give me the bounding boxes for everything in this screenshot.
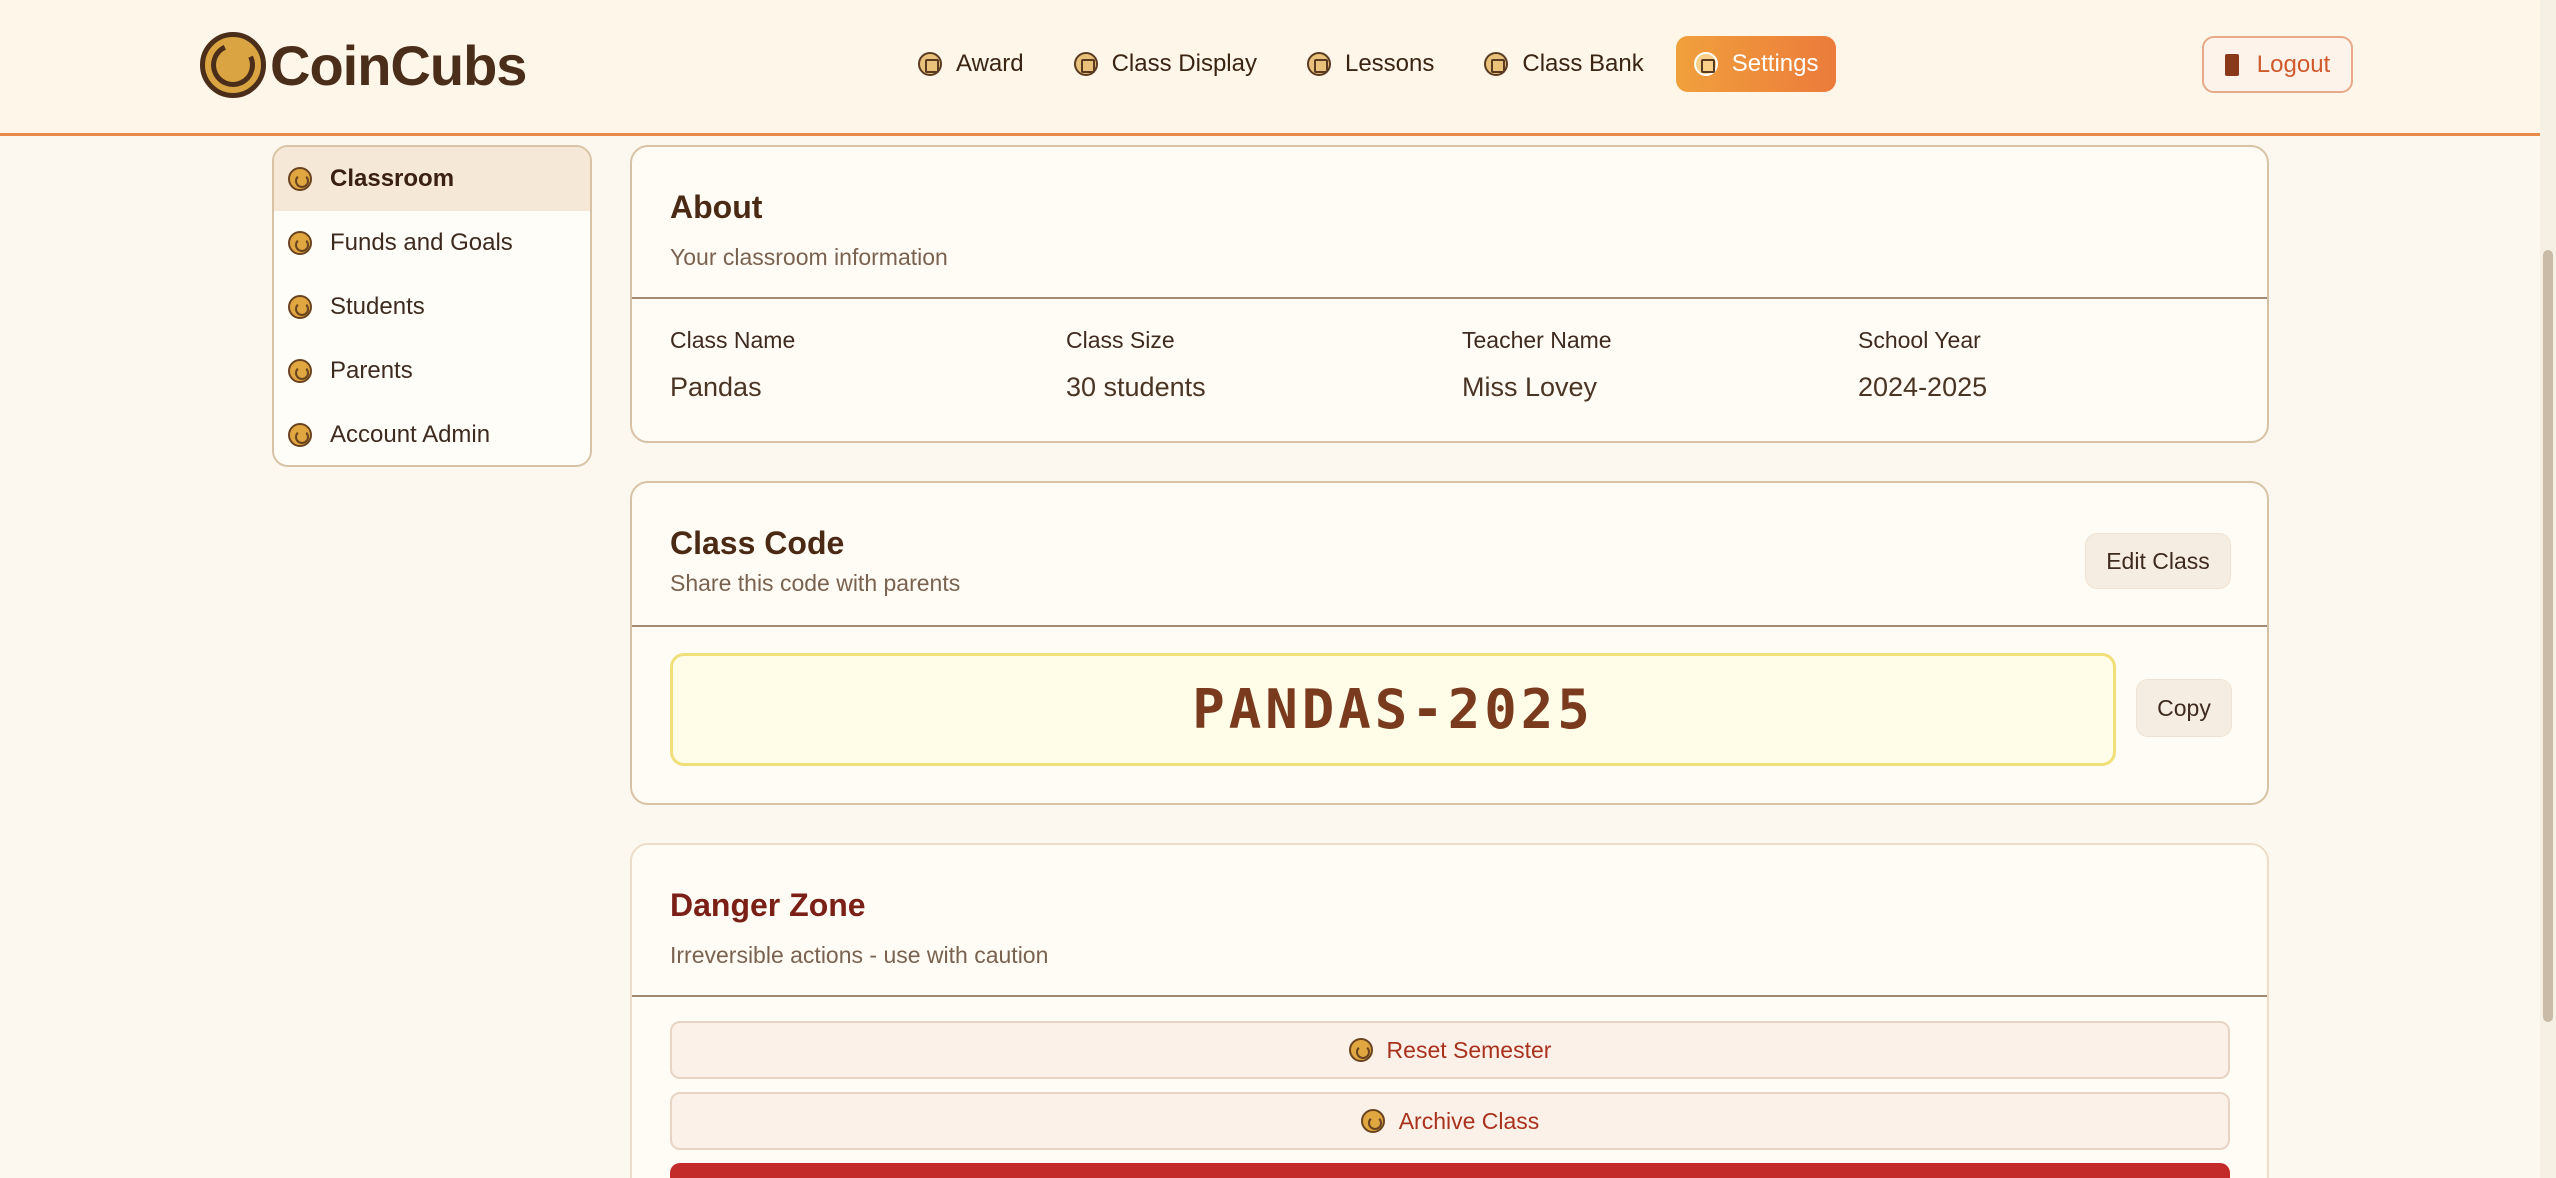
field-label: Class Name <box>670 327 796 353</box>
reset-semester-label: Reset Semester <box>1386 1036 1552 1063</box>
book-icon <box>1306 52 1331 76</box>
about-card-header: About Your classroom information <box>632 147 2267 299</box>
nav-settings[interactable]: Settings <box>1675 36 1837 92</box>
trophy-icon <box>918 52 942 76</box>
sidebar-item-parents[interactable]: Parents <box>274 339 590 403</box>
coin-icon <box>288 231 312 255</box>
danger-zone-card: Danger Zone Irreversible actions - use w… <box>630 843 2269 1178</box>
nav-award-label: Award <box>956 50 1024 77</box>
nav-class-bank[interactable]: Class Bank <box>1466 36 1661 92</box>
coincubs-logo[interactable]: CoinCubs <box>200 32 527 98</box>
display-icon <box>1073 52 1098 76</box>
sidebar-item-label: Parents <box>330 357 413 384</box>
edit-class-button[interactable]: Edit Class <box>2085 533 2231 589</box>
field-value: Miss Lovey <box>1462 372 1598 402</box>
brand-name: CoinCubs <box>270 33 527 97</box>
archive-class-label: Archive Class <box>1398 1107 1540 1134</box>
about-title: About <box>670 189 763 225</box>
danger-zone-title: Danger Zone <box>670 887 866 923</box>
field-label: Teacher Name <box>1462 327 1612 353</box>
coin-icon <box>288 359 312 383</box>
nav-lessons-label: Lessons <box>1344 50 1435 77</box>
main-nav: Award Class Display Lessons Class Bank S… <box>900 36 1850 92</box>
reset-semester-button[interactable]: Reset Semester <box>670 1021 2230 1079</box>
field-value: 30 students <box>1066 372 1206 402</box>
sidebar-item-classroom[interactable]: Classroom <box>274 147 590 211</box>
class-code-subtitle: Share this code with parents <box>670 570 961 596</box>
coin-icon <box>1484 52 1509 76</box>
door-icon <box>2224 53 2239 76</box>
sidebar-item-students[interactable]: Students <box>274 275 590 339</box>
sidebar-item-funds-and-goals[interactable]: Funds and Goals <box>274 211 590 275</box>
nav-award[interactable]: Award <box>900 36 1042 92</box>
logout-label: Logout <box>2256 50 2331 78</box>
copy-code-button[interactable]: Copy <box>2136 679 2232 737</box>
gear-icon <box>1693 52 1718 76</box>
field-class-name: Class Name Pandas <box>670 327 795 403</box>
coin-icon <box>1348 1038 1373 1062</box>
nav-settings-label: Settings <box>1731 50 1819 77</box>
nav-lessons[interactable]: Lessons <box>1289 36 1452 92</box>
nav-class-display-label: Class Display <box>1111 50 1257 77</box>
top-header: CoinCubs Award Class Display Lessons Cla… <box>0 0 2540 136</box>
field-label: Class Size <box>1066 327 1175 353</box>
page-scrollbar[interactable] <box>2540 0 2556 1178</box>
sidebar-item-label: Account Admin <box>330 421 491 448</box>
field-class-size: Class Size 30 students <box>1066 327 1206 403</box>
sidebar-item-label: Classroom <box>330 165 455 192</box>
about-subtitle: Your classroom information <box>670 244 948 270</box>
coin-icon <box>288 295 312 319</box>
nav-class-display[interactable]: Class Display <box>1056 36 1275 92</box>
settings-sidebar: Classroom Funds and Goals Students Paren… <box>272 145 592 467</box>
sidebar-item-account-admin[interactable]: Account Admin <box>274 403 590 465</box>
coin-icon <box>288 423 312 447</box>
coin-icon <box>288 167 312 191</box>
field-value: 2024-2025 <box>1858 372 1988 402</box>
field-teacher-name: Teacher Name Miss Lovey <box>1462 327 1612 403</box>
class-code-display: PANDAS-2025 <box>670 653 2116 766</box>
danger-zone-header: Danger Zone Irreversible actions - use w… <box>632 845 2267 997</box>
coin-icon <box>1360 1109 1385 1133</box>
danger-zone-subtitle: Irreversible actions - use with caution <box>670 942 1049 968</box>
delete-class-button[interactable] <box>670 1163 2230 1178</box>
about-fields: Class Name Pandas Class Size 30 students… <box>670 327 2250 427</box>
sidebar-item-label: Students <box>330 293 425 320</box>
class-code-card: Class Code Share this code with parents … <box>630 481 2269 805</box>
archive-class-button[interactable]: Archive Class <box>670 1092 2230 1150</box>
about-card: About Your classroom information Class N… <box>630 145 2269 443</box>
coin-logo-icon <box>200 32 266 98</box>
logout-button[interactable]: Logout <box>2202 36 2353 93</box>
sidebar-item-label: Funds and Goals <box>330 229 513 256</box>
class-code-title: Class Code <box>670 525 845 561</box>
field-school-year: School Year 2024-2025 <box>1858 327 1987 403</box>
field-label: School Year <box>1858 327 1981 353</box>
nav-class-bank-label: Class Bank <box>1522 50 1644 77</box>
class-code-header: Class Code Share this code with parents … <box>632 483 2267 627</box>
scrollbar-thumb[interactable] <box>2543 250 2553 1022</box>
field-value: Pandas <box>670 372 762 402</box>
